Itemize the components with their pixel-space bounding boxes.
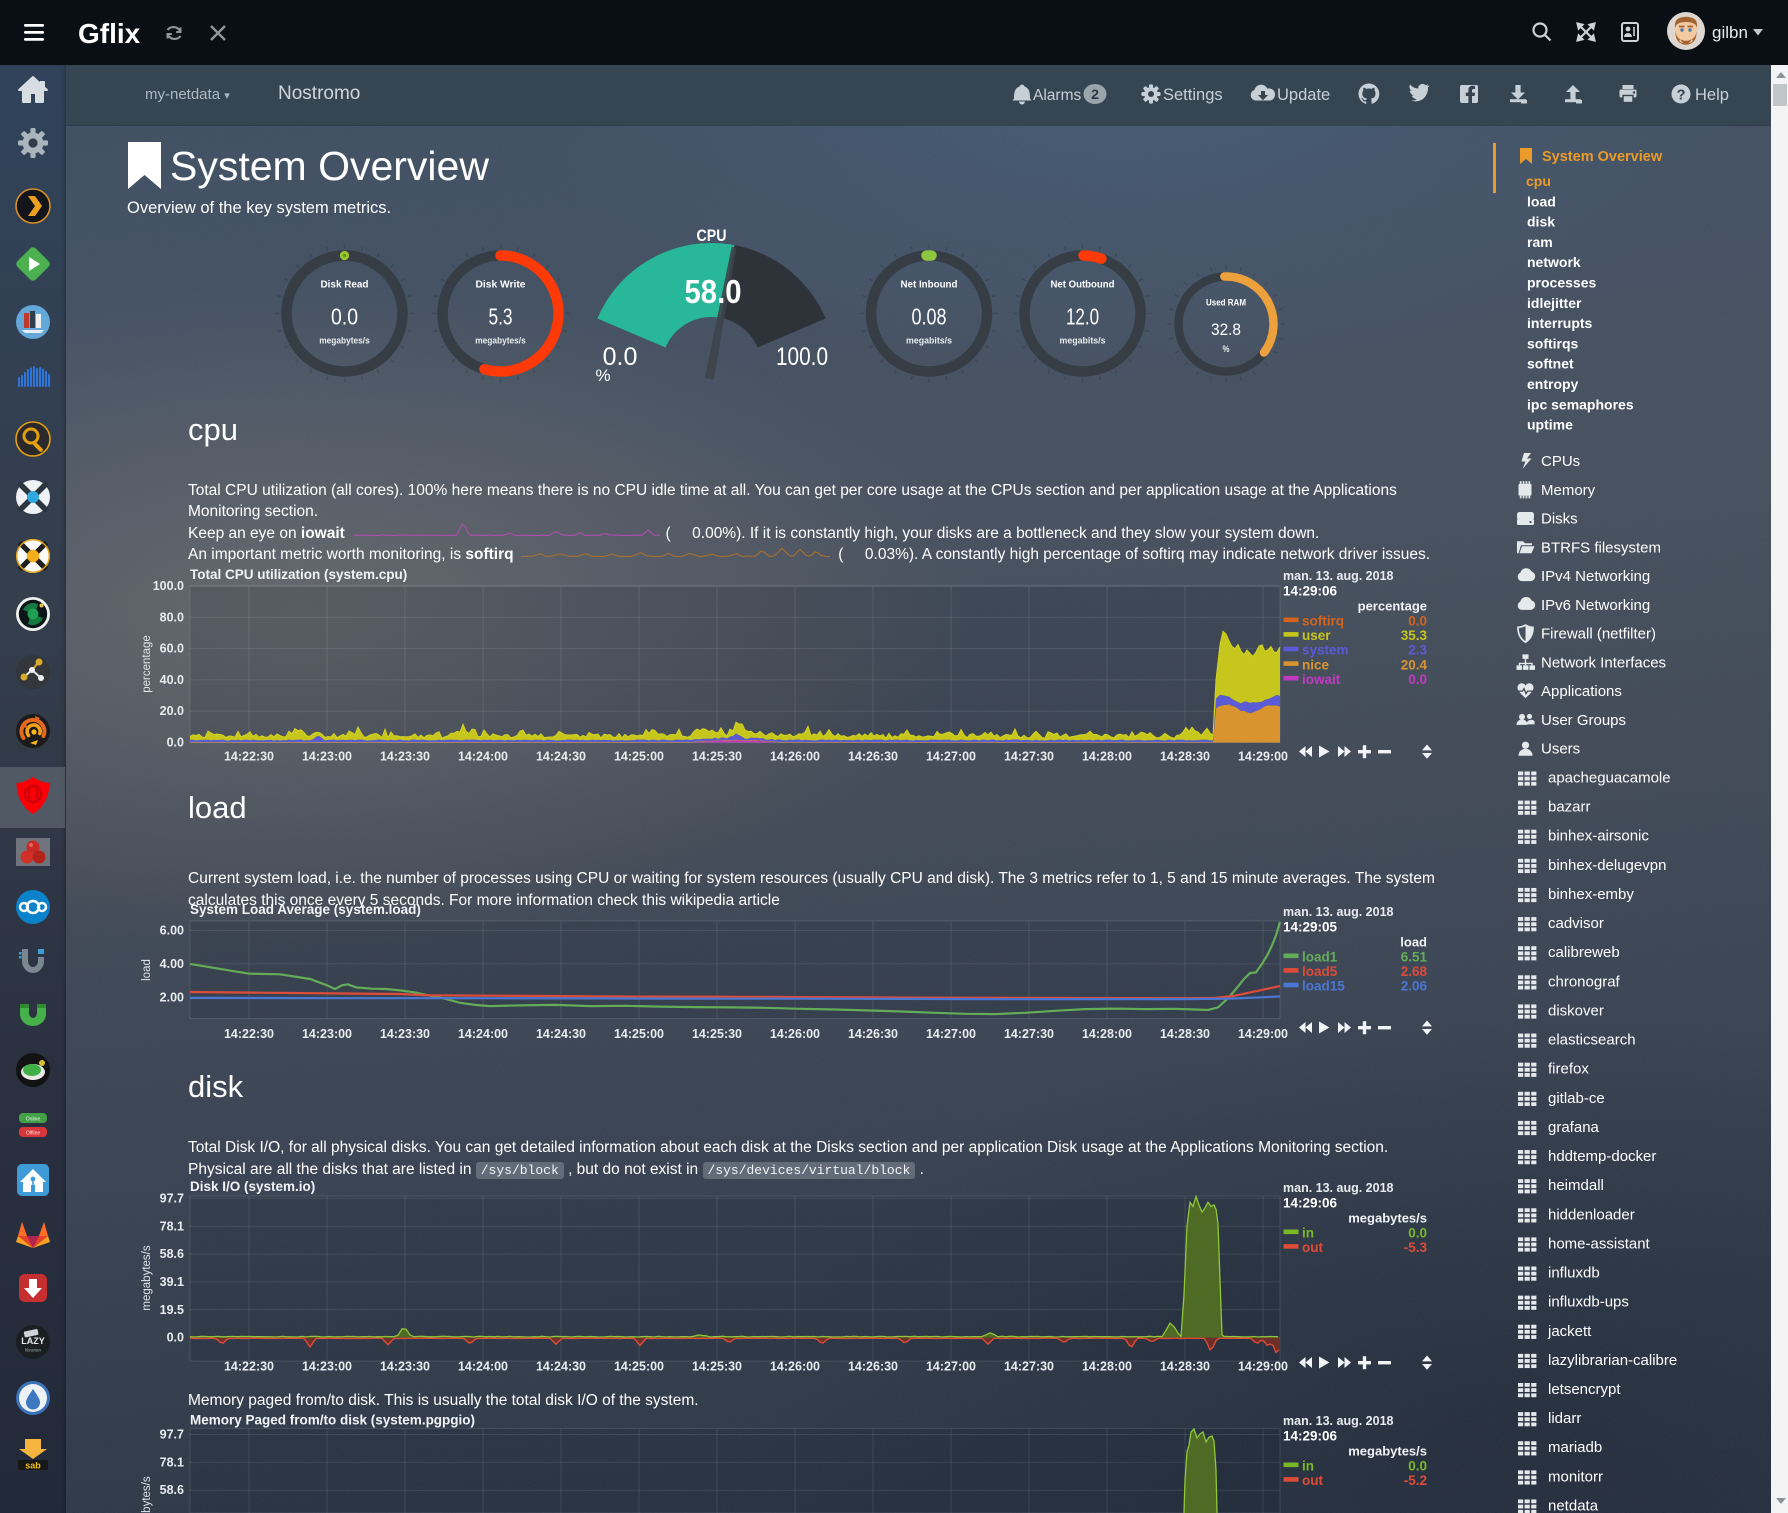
svg-text:binhex-emby: binhex-emby — [1548, 886, 1634, 903]
svg-text:grafana: grafana — [1548, 1119, 1600, 1136]
svg-text:CPUs: CPUs — [1541, 453, 1580, 470]
svg-text:load: load — [1527, 193, 1556, 209]
svg-text:hddtemp-docker: hddtemp-docker — [1548, 1148, 1656, 1165]
svg-text:BTRFS filesystem: BTRFS filesystem — [1541, 539, 1661, 556]
svg-text:Firewall (netfilter): Firewall (netfilter) — [1541, 626, 1656, 643]
svg-text:letsencrypt: letsencrypt — [1548, 1381, 1621, 1398]
svg-text:mariadb: mariadb — [1548, 1439, 1602, 1456]
svg-text:interrupts: interrupts — [1527, 315, 1593, 331]
svg-text:binhex-airsonic: binhex-airsonic — [1548, 828, 1649, 845]
svg-text:processes: processes — [1527, 275, 1596, 291]
svg-text:diskover: diskover — [1548, 1002, 1604, 1019]
svg-text:Applications: Applications — [1541, 683, 1622, 700]
svg-text:gitlab-ce: gitlab-ce — [1548, 1090, 1605, 1107]
svg-text:idlejitter: idlejitter — [1527, 295, 1582, 311]
svg-text:hiddenloader: hiddenloader — [1548, 1206, 1635, 1223]
svg-text:home-assistant: home-assistant — [1548, 1235, 1651, 1252]
svg-text:heimdall: heimdall — [1548, 1177, 1604, 1194]
svg-text:calibreweb: calibreweb — [1548, 944, 1620, 961]
svg-text:elasticsearch: elasticsearch — [1548, 1032, 1636, 1049]
svg-text:ram: ram — [1527, 234, 1553, 250]
svg-text:disk: disk — [1527, 214, 1555, 230]
svg-text:entropy: entropy — [1527, 376, 1579, 392]
svg-text:cadvisor: cadvisor — [1548, 915, 1604, 932]
svg-text:Disks: Disks — [1541, 511, 1578, 528]
svg-text:softirqs: softirqs — [1527, 335, 1579, 351]
svg-text:uptime: uptime — [1527, 417, 1573, 433]
svg-text:influxdb-ups: influxdb-ups — [1548, 1294, 1629, 1311]
svg-text:softnet: softnet — [1527, 356, 1574, 372]
svg-text:lazylibrarian-calibre: lazylibrarian-calibre — [1548, 1352, 1677, 1369]
svg-text:System Overview: System Overview — [1542, 149, 1663, 165]
svg-text:influxdb: influxdb — [1548, 1265, 1600, 1282]
svg-text:Network Interfaces: Network Interfaces — [1541, 654, 1666, 671]
svg-text:network: network — [1527, 254, 1581, 270]
svg-text:lidarr: lidarr — [1548, 1410, 1581, 1427]
svg-text:apacheguacamole: apacheguacamole — [1548, 769, 1671, 786]
svg-text:cpu: cpu — [1526, 173, 1551, 189]
svg-text:IPv4 Networking: IPv4 Networking — [1541, 568, 1650, 585]
svg-text:Memory: Memory — [1541, 482, 1596, 499]
svg-text:chronograf: chronograf — [1548, 973, 1621, 990]
svg-text:netdata: netdata — [1548, 1497, 1599, 1513]
svg-text:jackett: jackett — [1547, 1323, 1592, 1340]
svg-text:IPv6 Networking: IPv6 Networking — [1541, 597, 1650, 614]
svg-text:binhex-delugevpn: binhex-delugevpn — [1548, 857, 1666, 874]
svg-text:User Groups: User Groups — [1541, 712, 1626, 729]
svg-text:bazarr: bazarr — [1548, 799, 1591, 816]
svg-text:Users: Users — [1541, 741, 1580, 758]
svg-text:firefox: firefox — [1548, 1061, 1589, 1078]
svg-text:ipc semaphores: ipc semaphores — [1527, 396, 1634, 412]
svg-text:monitorr: monitorr — [1548, 1468, 1603, 1485]
